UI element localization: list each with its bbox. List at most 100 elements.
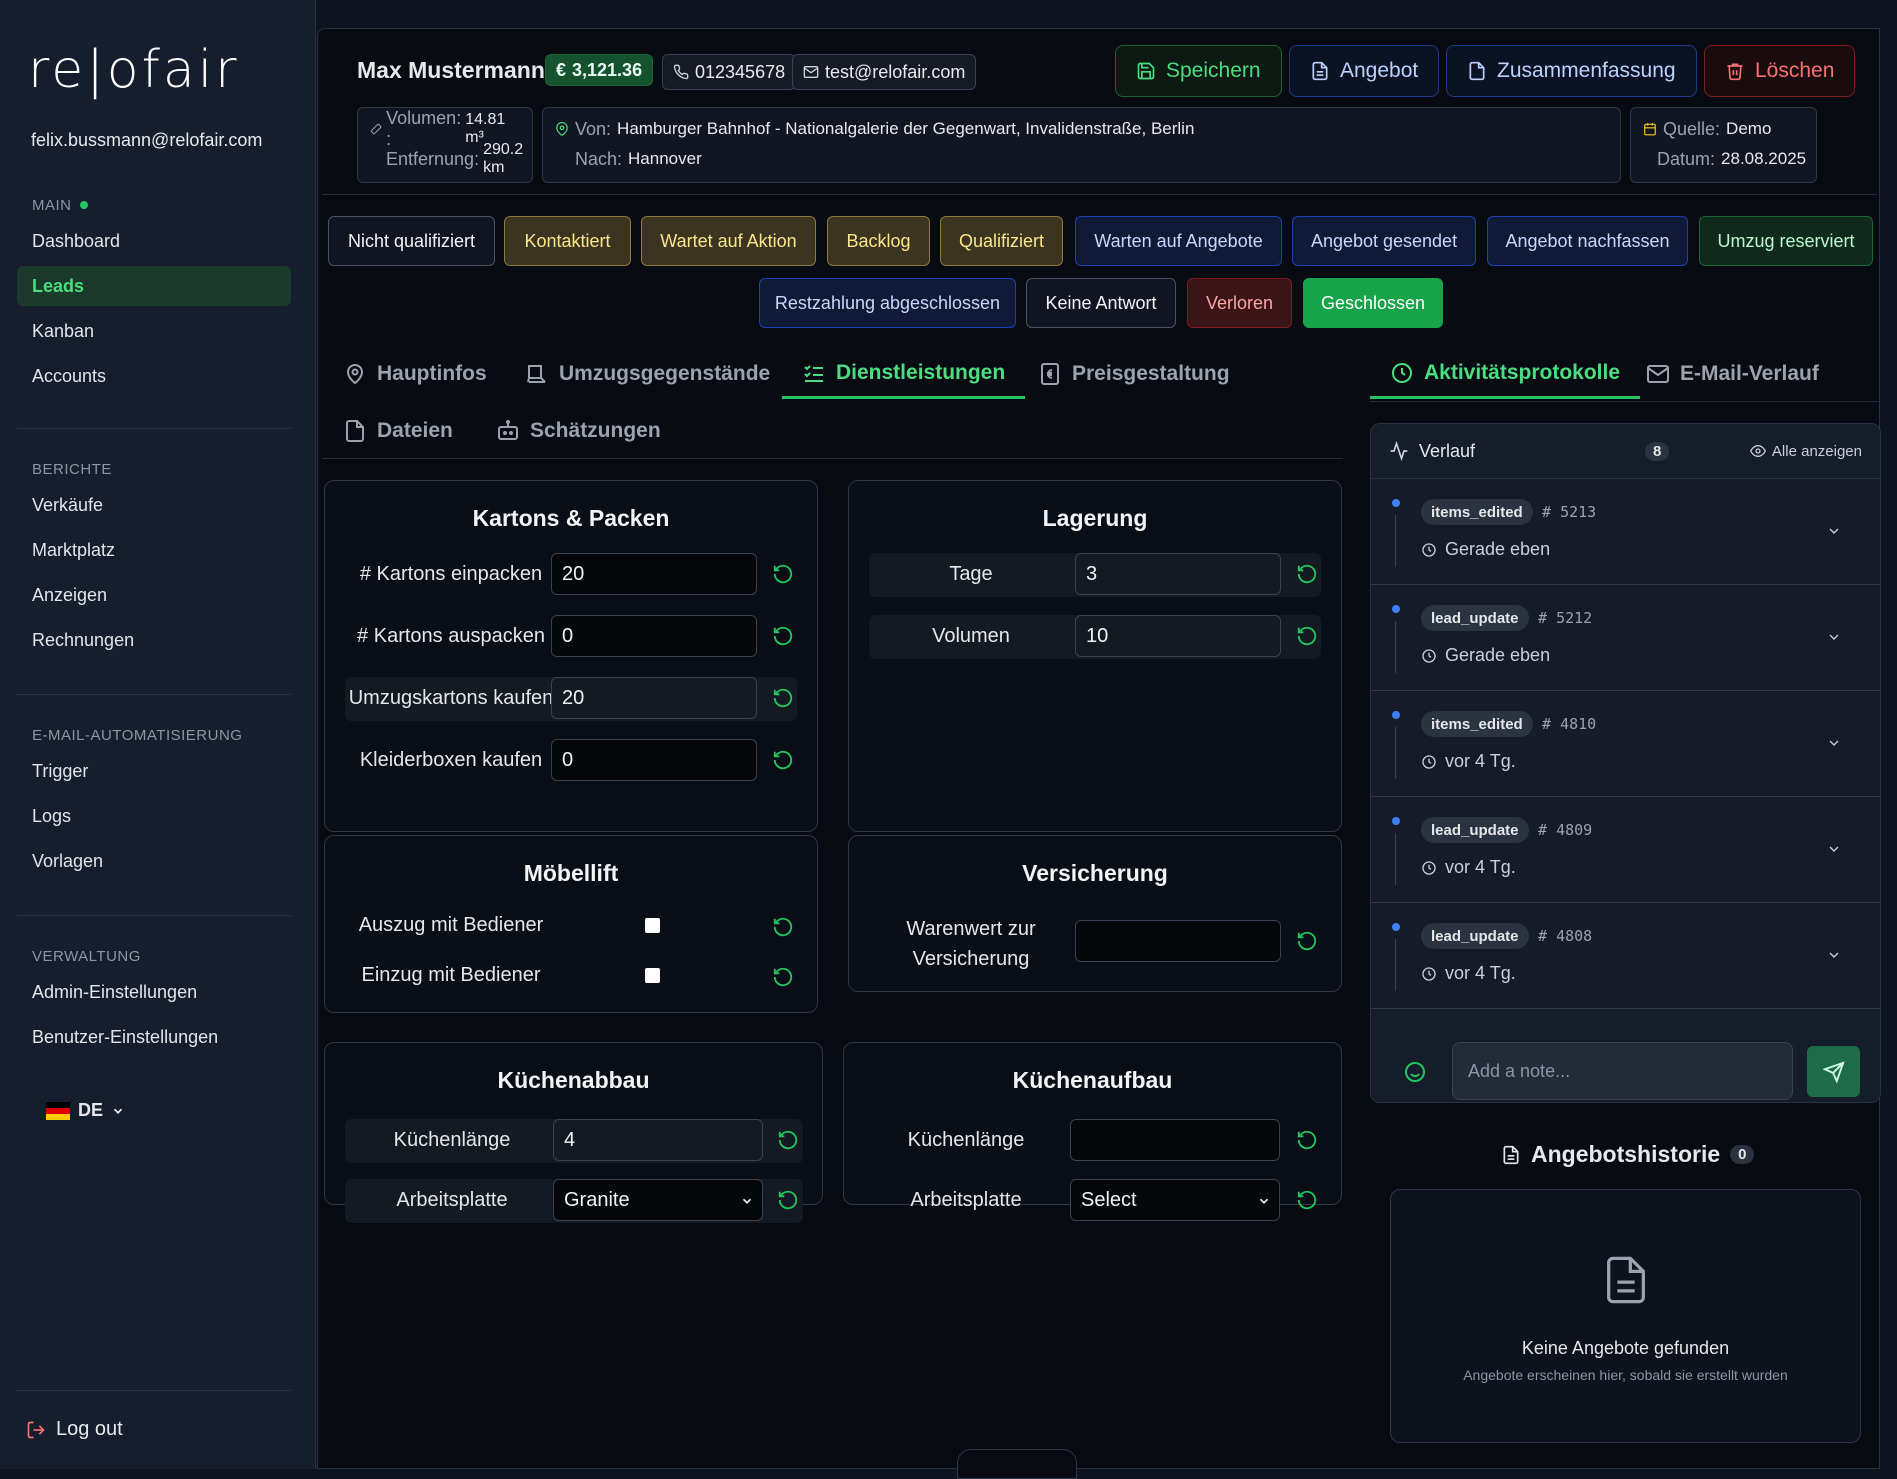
tab-hauptinfos[interactable]: Hauptinfos: [343, 349, 487, 399]
activity-item[interactable]: items_edited # 4810 vor 4 Tg.: [1371, 691, 1880, 797]
reset-icon[interactable]: [1296, 930, 1318, 952]
sidebar-item-anzeigen[interactable]: Anzeigen: [17, 575, 291, 615]
kuechenaufbau-arbeitsplatte-select[interactable]: Select: [1070, 1179, 1280, 1221]
reset-icon[interactable]: [1296, 563, 1318, 585]
sidebar-item-logs[interactable]: Logs: [17, 796, 291, 836]
note-input[interactable]: Add a note...: [1452, 1042, 1793, 1100]
activity-item[interactable]: lead_update # 5212 Gerade eben: [1371, 585, 1880, 691]
tab-aktivitaetsprotokolle[interactable]: Aktivitätsprotokolle: [1370, 349, 1641, 399]
phone-value: 012345678: [695, 61, 786, 82]
sidebar-item-user-settings[interactable]: Benutzer-Einstellungen: [17, 1017, 291, 1057]
save-button[interactable]: Speichern: [1115, 45, 1282, 97]
card-kartons-packen: Kartons & Packen # Kartons einpacken 20 …: [324, 480, 818, 832]
logout-button[interactable]: Log out: [26, 1418, 123, 1441]
stage-angebot-nachfassen[interactable]: Angebot nachfassen: [1487, 216, 1688, 266]
chevron-down-icon[interactable]: [1826, 629, 1842, 645]
reset-icon[interactable]: [772, 916, 794, 938]
reset-icon[interactable]: [1296, 1189, 1318, 1211]
kuechenabbau-laenge-input[interactable]: 4: [553, 1119, 763, 1161]
chevron-down-icon[interactable]: [1826, 735, 1842, 751]
map-pin-icon: [556, 122, 568, 136]
umzugskartons-kaufen-input[interactable]: 20: [551, 677, 757, 719]
nav-divider: [17, 694, 291, 695]
stage-verloren[interactable]: Verloren: [1187, 278, 1292, 328]
show-all-button[interactable]: Alle anzeigen: [1749, 443, 1862, 460]
offer-button[interactable]: Angebot: [1289, 45, 1440, 97]
reset-icon[interactable]: [1296, 625, 1318, 647]
stage-restzahlung-abgeschlossen[interactable]: Restzahlung abgeschlossen: [759, 278, 1016, 328]
sidebar-item-marktplatz[interactable]: Marktplatz: [17, 530, 291, 570]
lagerung-tage-input[interactable]: 3: [1075, 553, 1281, 595]
kuechenabbau-arbeitsplatte-select[interactable]: Granite: [553, 1179, 763, 1221]
tab-dateien[interactable]: Dateien: [343, 406, 453, 456]
smile-icon[interactable]: [1403, 1060, 1427, 1084]
chevron-down-icon[interactable]: [1826, 523, 1842, 539]
stage-qualifiziert[interactable]: Qualifiziert: [940, 216, 1063, 266]
tab-email-verlauf[interactable]: E-Mail-Verlauf: [1646, 349, 1819, 399]
sidebar-item-dashboard[interactable]: Dashboard: [17, 221, 291, 261]
reset-icon[interactable]: [772, 749, 794, 771]
stage-wartet-auf-aktion[interactable]: Wartet auf Aktion: [641, 216, 816, 266]
sidebar-item-vorlagen[interactable]: Vorlagen: [17, 841, 291, 881]
from-label: Von:: [575, 118, 612, 139]
tab-umzugsgegenstaende[interactable]: Umzugsgegenstände: [525, 349, 770, 399]
sidebar-item-rechnungen[interactable]: Rechnungen: [17, 620, 291, 660]
kleiderboxen-kaufen-input[interactable]: 0: [551, 739, 757, 781]
activity-item[interactable]: lead_update # 4808 vor 4 Tg.: [1371, 903, 1880, 1009]
activity-time: Gerade eben: [1421, 645, 1550, 666]
tab-preisgestaltung[interactable]: Preisgestaltung: [1038, 349, 1230, 399]
stage-angebot-gesendet[interactable]: Angebot gesendet: [1292, 216, 1476, 266]
stage-backlog[interactable]: Backlog: [827, 216, 930, 266]
tab-schaetzungen[interactable]: Schätzungen: [496, 406, 661, 456]
kartons-auspacken-input[interactable]: 0: [551, 615, 757, 657]
stage-keine-antwort[interactable]: Keine Antwort: [1026, 278, 1176, 328]
email-chip[interactable]: test@relofair.com: [792, 54, 977, 90]
stage-umzug-reserviert[interactable]: Umzug reserviert: [1699, 216, 1873, 266]
reset-icon[interactable]: [1296, 1129, 1318, 1151]
chevron-down-icon[interactable]: [1826, 947, 1842, 963]
sidebar-item-admin-settings[interactable]: Admin-Einstellungen: [17, 972, 291, 1012]
reset-icon[interactable]: [777, 1189, 799, 1211]
user-email: felix.bussmann@relofair.com: [31, 130, 263, 150]
offer-count-badge: 0: [1730, 1145, 1755, 1164]
delete-button[interactable]: Löschen: [1704, 45, 1856, 97]
nav-divider: [17, 915, 291, 916]
card-versicherung: Versicherung Warenwert zur Versicherung: [848, 835, 1342, 992]
einzug-mit-bediener-checkbox[interactable]: [645, 968, 660, 983]
activity-item[interactable]: lead_update # 4809 vor 4 Tg.: [1371, 797, 1880, 903]
relofair-logo[interactable]: re|ofair: [28, 40, 240, 100]
phone-chip[interactable]: 012345678: [662, 54, 797, 90]
reset-icon[interactable]: [777, 1129, 799, 1151]
activity-item[interactable]: items_edited # 5213 Gerade eben: [1371, 479, 1880, 585]
chevron-down-icon[interactable]: [1826, 841, 1842, 857]
stage-kontaktiert[interactable]: Kontaktiert: [504, 216, 631, 266]
reset-icon[interactable]: [772, 966, 794, 988]
sidebar-item-trigger[interactable]: Trigger: [17, 751, 291, 791]
kartons-einpacken-input[interactable]: 20: [551, 553, 757, 595]
reset-icon[interactable]: [772, 563, 794, 585]
reset-icon[interactable]: [772, 625, 794, 647]
auszug-mit-bediener-checkbox[interactable]: [645, 918, 660, 933]
stage-nicht-qualifiziert[interactable]: Nicht qualifiziert: [328, 216, 495, 266]
source-value: Demo: [1726, 119, 1772, 138]
calendar-icon: [1644, 123, 1656, 136]
kuechenaufbau-laenge-input[interactable]: [1070, 1119, 1280, 1161]
scroll-handle[interactable]: [957, 1449, 1077, 1479]
sidebar-item-verkaeufe[interactable]: Verkäufe: [17, 485, 291, 525]
language-selector[interactable]: DE: [46, 1100, 125, 1121]
warenwert-input[interactable]: [1075, 920, 1281, 962]
reset-icon[interactable]: [772, 687, 794, 709]
tab-label: Dateien: [377, 419, 453, 442]
select-value: Granite: [564, 1188, 630, 1211]
summary-button[interactable]: Zusammenfassung: [1446, 45, 1697, 97]
sidebar-item-leads[interactable]: Leads: [17, 266, 291, 306]
activity-icon: [1390, 441, 1408, 461]
sidebar-item-accounts[interactable]: Accounts: [17, 356, 291, 396]
sidebar-item-kanban[interactable]: Kanban: [17, 311, 291, 351]
stage-geschlossen[interactable]: Geschlossen: [1303, 278, 1443, 328]
send-note-button[interactable]: [1807, 1046, 1860, 1097]
tab-dienstleistungen[interactable]: Dienstleistungen: [782, 349, 1026, 399]
lagerung-volumen-input[interactable]: 10: [1075, 615, 1281, 657]
clock-icon: [1422, 966, 1436, 981]
stage-warten-auf-angebote[interactable]: Warten auf Angebote: [1075, 216, 1282, 266]
